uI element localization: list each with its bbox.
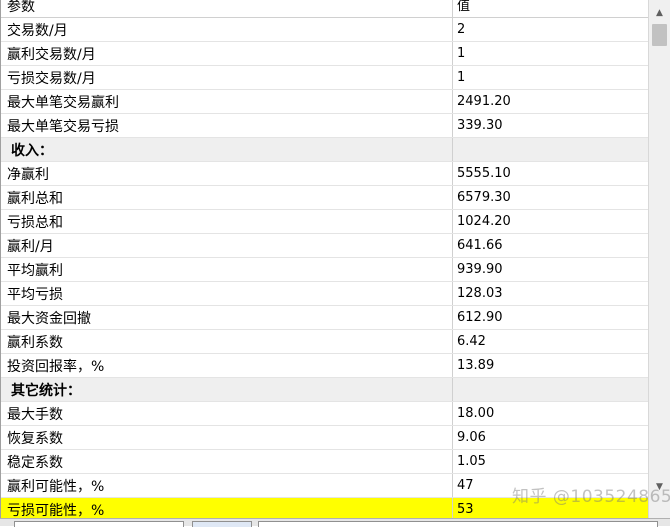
table-row[interactable]: 最大单笔交易赢利 2491.20 bbox=[1, 90, 649, 114]
table-row[interactable]: 最大资金回撤 612.90 bbox=[1, 306, 649, 330]
param-name: 赢利可能性，% bbox=[1, 474, 453, 497]
table-row[interactable]: 赢利可能性，% 47 bbox=[1, 474, 649, 498]
scrollbar-thumb[interactable] bbox=[652, 24, 667, 46]
section-header-income: 收入： bbox=[1, 138, 649, 162]
param-name: 最大单笔交易赢利 bbox=[1, 90, 453, 113]
table-row[interactable]: 赢利总和 6579.30 bbox=[1, 186, 649, 210]
param-name: 最大手数 bbox=[1, 402, 453, 425]
param-value: 18.00 bbox=[457, 406, 495, 421]
table-row[interactable]: 亏损交易数/月 1 bbox=[1, 66, 649, 90]
param-value: 1 bbox=[457, 70, 466, 85]
tab-active[interactable] bbox=[192, 521, 252, 527]
param-name: 赢利/月 bbox=[1, 234, 453, 257]
table-row[interactable]: 净赢利 5555.10 bbox=[1, 162, 649, 186]
param-name: 赢利交易数/月 bbox=[1, 42, 453, 65]
param-name: 赢利总和 bbox=[1, 186, 453, 209]
table-row[interactable]: 恢复系数 9.06 bbox=[1, 426, 649, 450]
param-value: 13.89 bbox=[457, 358, 495, 373]
table-row[interactable]: 平均亏损 128.03 bbox=[1, 282, 649, 306]
table-row[interactable]: 最大单笔交易亏损 339.30 bbox=[1, 114, 649, 138]
param-value: 53 bbox=[457, 502, 474, 517]
bottom-tab-strip bbox=[0, 518, 670, 527]
param-name: 恢复系数 bbox=[1, 426, 453, 449]
param-name: 亏损总和 bbox=[1, 210, 453, 233]
section-value-empty bbox=[453, 378, 649, 401]
param-name: 平均赢利 bbox=[1, 258, 453, 281]
column-header-value[interactable]: 值 bbox=[453, 0, 649, 17]
chevron-up-icon[interactable]: ▲ bbox=[649, 4, 670, 22]
param-value: 1024.20 bbox=[457, 214, 511, 229]
table-row[interactable]: 投资回报率，% 13.89 bbox=[1, 354, 649, 378]
section-label: 收入： bbox=[1, 138, 453, 161]
statistics-grid: 参数 值 交易数/月 2 赢利交易数/月 1 亏损交易数/月 1 最大单笔交易赢… bbox=[0, 0, 649, 518]
param-value: 2 bbox=[457, 22, 466, 37]
section-label: 其它统计： bbox=[1, 378, 453, 401]
param-value: 2491.20 bbox=[457, 94, 511, 109]
statistics-window: 参数 值 交易数/月 2 赢利交易数/月 1 亏损交易数/月 1 最大单笔交易赢… bbox=[0, 0, 670, 527]
param-name: 投资回报率，% bbox=[1, 354, 453, 377]
table-row[interactable]: 赢利系数 6.42 bbox=[1, 330, 649, 354]
section-header-other-stats: 其它统计： bbox=[1, 378, 649, 402]
param-name: 净赢利 bbox=[1, 162, 453, 185]
param-value: 939.90 bbox=[457, 262, 503, 277]
chevron-down-icon[interactable]: ▼ bbox=[649, 478, 670, 496]
param-value: 6.42 bbox=[457, 334, 486, 349]
table-row[interactable]: 最大手数 18.00 bbox=[1, 402, 649, 426]
param-name: 亏损可能性，% bbox=[1, 498, 453, 518]
section-value-empty bbox=[453, 138, 649, 161]
table-row[interactable]: 亏损总和 1024.20 bbox=[1, 210, 649, 234]
tab[interactable] bbox=[14, 521, 184, 527]
param-value: 5555.10 bbox=[457, 166, 511, 181]
param-value: 1.05 bbox=[457, 454, 486, 469]
param-value: 339.30 bbox=[457, 118, 503, 133]
param-value: 47 bbox=[457, 478, 474, 493]
table-row[interactable]: 交易数/月 2 bbox=[1, 18, 649, 42]
param-value: 128.03 bbox=[457, 286, 503, 301]
param-name: 交易数/月 bbox=[1, 18, 453, 41]
table-row-highlighted[interactable]: 亏损可能性，% 53 bbox=[1, 498, 649, 518]
table-row[interactable]: 赢利交易数/月 1 bbox=[1, 42, 649, 66]
param-value: 6579.30 bbox=[457, 190, 511, 205]
param-name: 亏损交易数/月 bbox=[1, 66, 453, 89]
param-value: 9.06 bbox=[457, 430, 486, 445]
grid-header: 参数 值 bbox=[1, 0, 649, 18]
param-name: 赢利系数 bbox=[1, 330, 453, 353]
vertical-scrollbar[interactable]: ▲ ▼ bbox=[648, 0, 670, 518]
param-value: 612.90 bbox=[457, 310, 503, 325]
table-row[interactable]: 稳定系数 1.05 bbox=[1, 450, 649, 474]
param-name: 稳定系数 bbox=[1, 450, 453, 473]
column-header-parameter[interactable]: 参数 bbox=[1, 0, 453, 17]
param-name: 最大单笔交易亏损 bbox=[1, 114, 453, 137]
param-name: 最大资金回撤 bbox=[1, 306, 453, 329]
param-value: 641.66 bbox=[457, 238, 503, 253]
param-value: 1 bbox=[457, 46, 466, 61]
table-row[interactable]: 赢利/月 641.66 bbox=[1, 234, 649, 258]
param-name: 平均亏损 bbox=[1, 282, 453, 305]
table-row[interactable]: 平均赢利 939.90 bbox=[1, 258, 649, 282]
tab[interactable] bbox=[258, 521, 658, 527]
